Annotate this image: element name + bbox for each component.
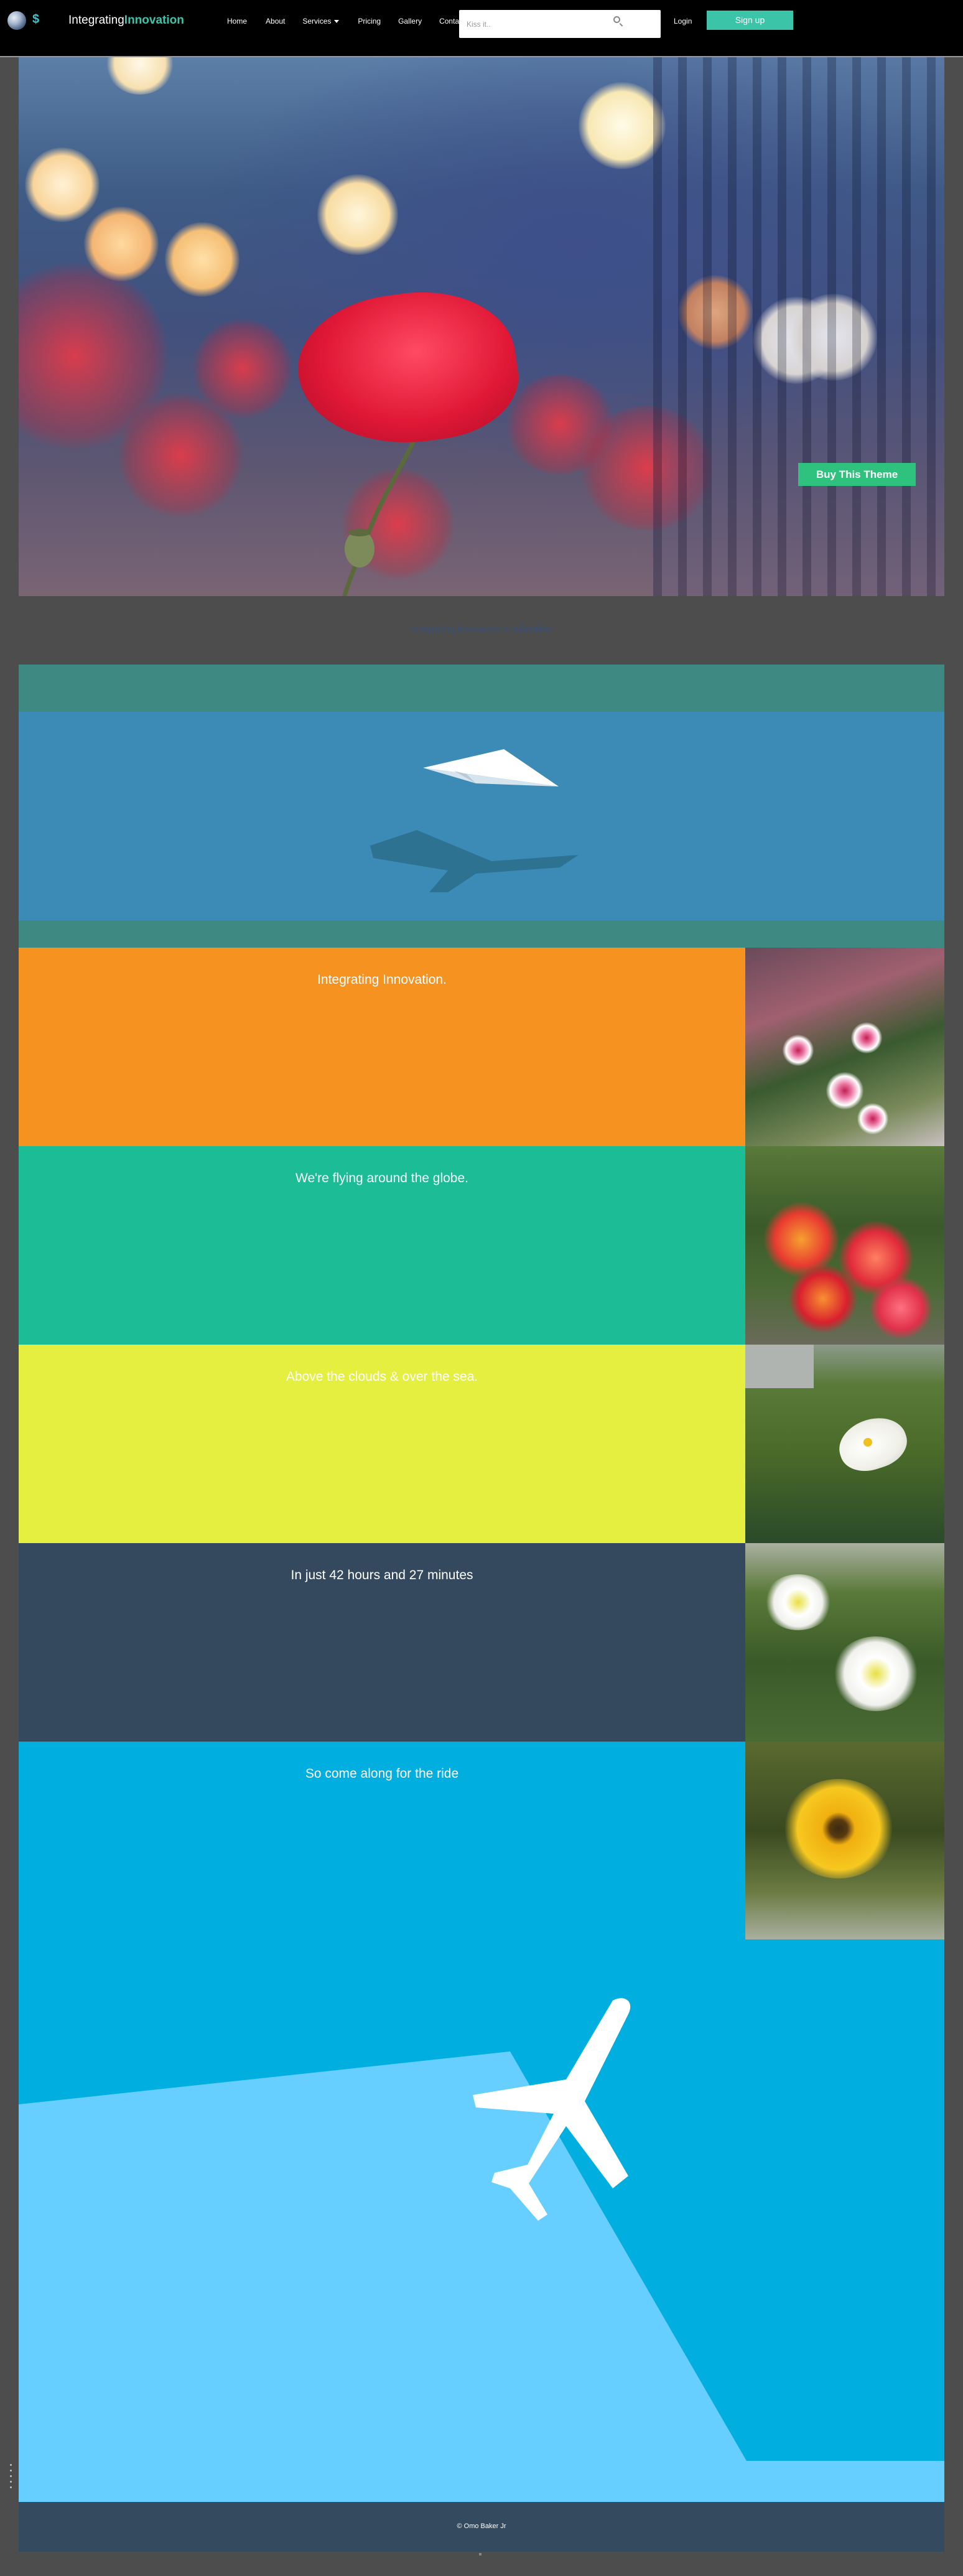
feature-row: We're flying around the globe. xyxy=(19,1146,944,1345)
bokeh-light xyxy=(106,57,174,95)
row-text-panel: So come along for the ride xyxy=(19,1742,745,1940)
poppy-stem-icon xyxy=(342,418,426,596)
dollar-icon[interactable]: $ xyxy=(32,12,39,27)
red-flowers-photo xyxy=(745,1146,944,1345)
calla-lily-photo xyxy=(745,1345,944,1543)
row-text-panel: We're flying around the globe. xyxy=(19,1146,745,1345)
bokeh-light xyxy=(579,82,666,169)
search-input[interactable] xyxy=(459,10,615,38)
row-caption: We're flying around the globe. xyxy=(295,1171,468,1185)
nav-home-link[interactable]: Home xyxy=(227,17,247,26)
nav-gallery-link[interactable]: Gallery xyxy=(398,17,422,26)
row-caption: So come along for the ride xyxy=(305,1766,459,1781)
banner-sky xyxy=(19,712,944,920)
row-text-panel: Integrating Innovation. xyxy=(19,948,745,1146)
hero-image: Buy This Theme xyxy=(19,57,944,596)
nav-links: Home About Services Pricing Gallery Cont… xyxy=(227,17,465,26)
search-box xyxy=(459,10,661,38)
search-icon[interactable] xyxy=(613,16,620,23)
copyright-text: © Omo Baker Jr xyxy=(457,2522,506,2530)
brand-first: Integrating xyxy=(68,14,124,27)
nav-services-label: Services xyxy=(302,17,332,26)
nav-about-link[interactable]: About xyxy=(266,17,285,26)
globe-logo-icon[interactable] xyxy=(7,11,26,30)
white-lilies-photo xyxy=(745,1543,944,1742)
bokeh-light xyxy=(84,207,159,281)
buy-theme-button[interactable]: Buy This Theme xyxy=(798,463,916,486)
row-caption: Above the clouds & over the sea. xyxy=(286,1370,478,1384)
bokeh-light xyxy=(317,174,398,255)
bokeh-light xyxy=(165,222,240,297)
pink-flowers-photo xyxy=(745,948,944,1146)
brand-second: Innovation xyxy=(124,14,184,27)
yellow-gazania-photo xyxy=(745,1742,944,1940)
row-caption: In just 42 hours and 27 minutes xyxy=(291,1568,473,1582)
feature-row: Integrating Innovation. xyxy=(19,948,944,1146)
top-navbar: $ IntegratingInnovation Home About Servi… xyxy=(0,0,963,57)
airplane-illustration xyxy=(19,1998,944,2502)
fence-blur xyxy=(653,57,944,596)
login-link[interactable]: Login xyxy=(674,17,692,26)
paper-plane-banner xyxy=(19,665,944,948)
feature-row: In just 42 hours and 27 minutes xyxy=(19,1543,944,1742)
row-text-panel: Above the clouds & over the sea. xyxy=(19,1345,745,1543)
paper-plane-icon xyxy=(370,749,579,892)
hero-sublink[interactable]: Integrating Innovation in education xyxy=(0,623,963,634)
footer: © Omo Baker Jr xyxy=(19,2502,944,2552)
bokeh-light xyxy=(25,147,100,222)
feature-row: Above the clouds & over the sea. xyxy=(19,1345,944,1543)
brand-title[interactable]: IntegratingInnovation xyxy=(68,14,184,27)
scroll-dots[interactable] xyxy=(10,2464,14,2492)
chevron-down-icon xyxy=(334,20,340,24)
nav-services-dropdown[interactable]: Services xyxy=(302,17,340,26)
row-text-panel: In just 42 hours and 27 minutes xyxy=(19,1543,745,1742)
feature-row: So come along for the ride xyxy=(19,1742,944,1940)
row-caption: Integrating Innovation. xyxy=(317,973,447,987)
airplane-section xyxy=(19,1939,944,2502)
scroll-indicator xyxy=(479,2553,482,2555)
bokeh-red xyxy=(193,319,292,418)
nav-pricing-link[interactable]: Pricing xyxy=(358,17,381,26)
signup-button[interactable]: Sign up xyxy=(707,11,793,30)
